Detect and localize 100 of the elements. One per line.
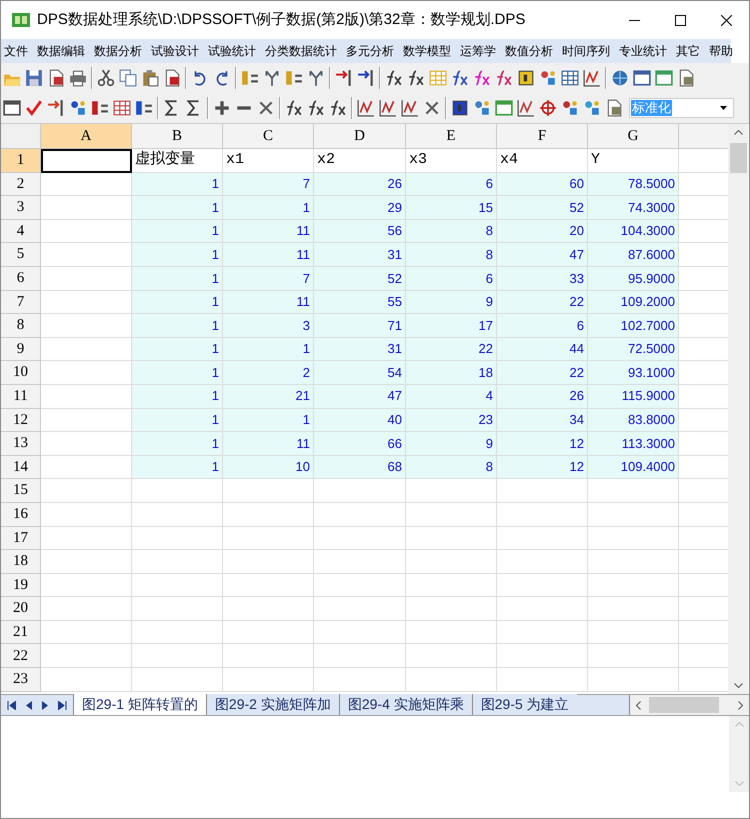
horizontal-scrollbar[interactable] [629, 695, 749, 715]
row-header[interactable]: 1 [1, 149, 41, 173]
row-header[interactable]: 19 [1, 574, 41, 598]
menu-item[interactable]: 文件 [4, 42, 28, 60]
selected-cell[interactable] [41, 149, 132, 173]
row-header[interactable]: 16 [1, 502, 41, 526]
row-header[interactable]: 12 [1, 408, 41, 432]
menu-item[interactable]: 多元分析 [346, 42, 394, 60]
table-cell: 21 [223, 384, 314, 409]
close-icon[interactable] [257, 99, 275, 117]
column-header[interactable]: D [314, 124, 406, 149]
row-header[interactable]: 20 [1, 597, 41, 621]
save-icon[interactable] [25, 69, 43, 87]
row-header[interactable]: 23 [1, 668, 41, 692]
menu-item[interactable]: 帮助 [709, 42, 733, 60]
columns-icon[interactable] [113, 99, 131, 117]
column-header[interactable]: F [497, 124, 588, 149]
row-header[interactable]: 2 [1, 172, 41, 196]
menu-item[interactable]: 数据编辑 [37, 42, 85, 60]
last-sheet-icon[interactable] [58, 700, 67, 710]
columns-icon[interactable] [135, 99, 153, 117]
matrix-icon[interactable] [307, 99, 325, 117]
sheet-tab[interactable]: 图29-5 为建立 [472, 694, 577, 715]
formula-icon[interactable] [473, 69, 491, 87]
paste-icon[interactable] [141, 69, 159, 87]
row-header[interactable]: 4 [1, 220, 41, 244]
column-header[interactable]: G [588, 124, 679, 149]
menu-item[interactable]: 数学模型 [403, 42, 451, 60]
menu-item[interactable]: 试验统计 [208, 42, 256, 60]
row-header[interactable]: 15 [1, 479, 41, 503]
vertical-scrollbar[interactable] [729, 716, 749, 792]
column-header[interactable]: E [406, 124, 497, 149]
table-cell: 1 [132, 408, 223, 432]
table-cell: 34 [497, 408, 588, 432]
sort-icon[interactable] [47, 99, 65, 117]
vertical-scrollbar[interactable] [728, 124, 748, 694]
app-logo-icon [11, 11, 31, 29]
row-header[interactable]: 22 [1, 644, 41, 668]
arrow-icon[interactable] [357, 69, 375, 87]
next-sheet-icon[interactable] [42, 700, 48, 710]
column-header[interactable]: A [41, 124, 132, 149]
window-icon[interactable] [633, 69, 651, 87]
document-icon[interactable] [605, 99, 623, 117]
row-header[interactable]: 10 [1, 361, 41, 385]
print-icon[interactable] [69, 69, 87, 87]
row-header[interactable]: 21 [1, 620, 41, 644]
document-icon[interactable] [47, 69, 65, 87]
menu-item[interactable]: 运筹学 [460, 42, 496, 60]
row-header[interactable]: 13 [1, 432, 41, 456]
menu-item[interactable]: 时间序列 [562, 42, 610, 60]
row-header[interactable]: 7 [1, 290, 41, 314]
row-header[interactable]: 17 [1, 526, 41, 550]
menu-item[interactable]: 数值分析 [505, 42, 553, 60]
scroll-thumb[interactable] [730, 143, 746, 173]
row-header[interactable]: 9 [1, 338, 41, 362]
arrow-icon[interactable] [335, 69, 353, 87]
menu-item[interactable]: 分类数据统计 [265, 42, 337, 60]
matrix-icon[interactable] [329, 99, 347, 117]
scroll-thumb[interactable] [649, 697, 719, 713]
shapes-icon[interactable] [539, 69, 557, 87]
cut-icon[interactable] [97, 69, 115, 87]
row-header[interactable]: 5 [1, 243, 41, 267]
menu-item[interactable]: 数据分析 [94, 42, 142, 60]
plus-icon[interactable] [213, 99, 231, 117]
function-icon[interactable] [407, 69, 425, 87]
row-header[interactable]: 18 [1, 550, 41, 574]
matrix-icon[interactable] [285, 99, 303, 117]
columns-icon[interactable] [91, 99, 109, 117]
row-header[interactable]: 6 [1, 266, 41, 291]
document-icon[interactable] [677, 69, 695, 87]
document-icon[interactable] [163, 69, 181, 87]
picture-icon[interactable] [655, 69, 673, 87]
row-header[interactable]: 3 [1, 196, 41, 220]
globe-icon[interactable] [611, 69, 629, 87]
fork-icon[interactable] [307, 69, 325, 87]
table-icon[interactable] [561, 69, 579, 87]
row-header[interactable]: 11 [1, 384, 41, 409]
menu-item[interactable]: 专业统计 [619, 42, 667, 60]
shapes-icon[interactable] [561, 99, 579, 117]
square-icon[interactable] [3, 99, 21, 117]
sheet-tab[interactable]: 图29-4 实施矩阵乘 [338, 694, 472, 715]
formula-icon[interactable] [451, 69, 469, 87]
function-icon[interactable] [385, 69, 403, 87]
target-icon[interactable] [539, 99, 557, 117]
column-header[interactable]: C [223, 124, 314, 149]
copy-icon[interactable] [119, 69, 137, 87]
dots-icon[interactable] [583, 99, 601, 117]
check-icon[interactable] [25, 99, 43, 117]
menu-item[interactable]: 试验设计 [151, 42, 199, 60]
split-icon[interactable] [263, 69, 281, 87]
row-header[interactable]: 8 [1, 314, 41, 338]
first-sheet-icon[interactable] [7, 700, 16, 710]
sheet-tab[interactable]: 图29-1 矩阵转置的 [73, 694, 206, 715]
row-header[interactable]: 14 [1, 456, 41, 480]
column-header[interactable]: B [132, 124, 223, 149]
sheet-tab[interactable]: 图29-2 实施矩阵加 [206, 694, 339, 715]
square-icon[interactable] [517, 69, 535, 87]
previous-sheet-icon[interactable] [26, 700, 32, 710]
table-cell: 9 [406, 290, 497, 314]
menu-item[interactable]: 其它 [676, 42, 700, 60]
